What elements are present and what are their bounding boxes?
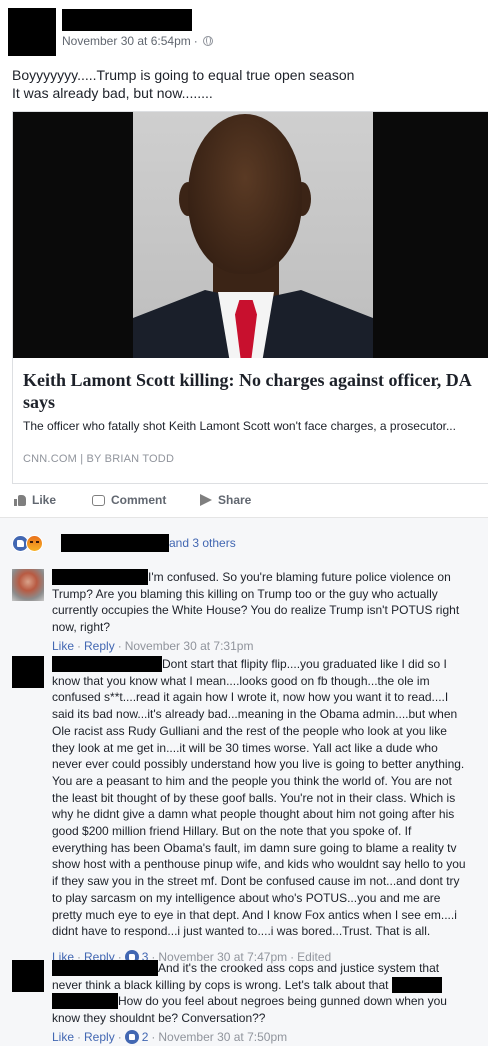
separator-dot: · bbox=[77, 639, 82, 653]
comment-line: know they shouldnt be? Conversation?? bbox=[52, 1011, 266, 1026]
post-text-line: It was already bad, but now........ bbox=[12, 85, 213, 101]
comment-line: never ever could possibly understand how… bbox=[52, 757, 465, 772]
comment-line: said its bad now...it's already bad...me… bbox=[52, 707, 458, 722]
globe-icon[interactable] bbox=[202, 36, 213, 46]
link-source: CNN.COM | BY BRIAN TODD bbox=[23, 453, 175, 465]
comment-text: Dont start that flipity flip....you grad… bbox=[162, 657, 447, 671]
mentioned-name-redacted[interactable] bbox=[52, 993, 118, 1010]
comment-like-link[interactable]: Like bbox=[52, 1030, 74, 1044]
comment-line: now, right? bbox=[52, 620, 111, 635]
comment-meta: Like · Reply · 2 · November 30 at 7:50pm bbox=[52, 1030, 287, 1044]
commenter-name-redacted[interactable] bbox=[52, 569, 148, 585]
link-description: The officer who fatally shot Keith Lamon… bbox=[23, 419, 456, 433]
post-meta: November 30 at 6:54pm · bbox=[62, 34, 213, 48]
comment-line: if they saw you in the street mf. Dont b… bbox=[52, 874, 460, 889]
comment-line: How do you feel about negroes being gunn… bbox=[52, 993, 480, 1010]
portrait-head bbox=[188, 114, 302, 274]
post-actions: Like Comment Share bbox=[0, 493, 488, 515]
separator-dot: · bbox=[151, 1030, 156, 1044]
comment-line: I'm confused. So you're blaming future p… bbox=[52, 569, 480, 586]
reactions-others[interactable]: and 3 others bbox=[169, 536, 236, 550]
comment-button[interactable]: Comment bbox=[92, 493, 488, 507]
comment-body: And it's the crooked ass cops and justic… bbox=[52, 960, 480, 1027]
comment-line: You are a peasant to him and the people … bbox=[52, 773, 452, 788]
comment-line: show host with a penthouse pinup wife, a… bbox=[52, 857, 466, 872]
link-title[interactable]: Keith Lamont Scott killing: No charges a… bbox=[23, 369, 479, 413]
comment-line: they look at me get in....it will be 30 … bbox=[52, 740, 438, 755]
commenter-avatar-redacted[interactable] bbox=[12, 656, 44, 688]
like-count-icon[interactable] bbox=[124, 1030, 139, 1044]
comment-line: everything has been Obama's fault, im da… bbox=[52, 840, 457, 855]
mentioned-name-redacted[interactable] bbox=[391, 976, 442, 993]
comment-line: Ole racist ass Rudy Gulliani and the res… bbox=[52, 723, 447, 738]
share-button[interactable]: Share bbox=[200, 493, 251, 507]
angry-reaction-icon bbox=[26, 534, 43, 552]
comment-line: why he didnt give a damn what people tho… bbox=[52, 807, 455, 822]
comment-timestamp[interactable]: November 30 at 7:50pm bbox=[158, 1030, 287, 1044]
author-avatar-redacted[interactable] bbox=[8, 8, 56, 56]
reactor-names-redacted bbox=[61, 534, 169, 552]
comment-text: How do you feel about negroes being gunn… bbox=[118, 994, 447, 1009]
comment-icon bbox=[92, 494, 105, 506]
post: November 30 at 6:54pm · Boyyyyyyy.....Tr… bbox=[0, 0, 488, 515]
comment-reply-link[interactable]: Reply bbox=[84, 1030, 115, 1044]
comment-line: And it's the crooked ass cops and justic… bbox=[52, 960, 480, 977]
post-text: Boyyyyyyy.....Trump is going to equal tr… bbox=[12, 66, 478, 102]
comment-timestamp[interactable]: November 30 at 7:31pm bbox=[125, 639, 254, 653]
comment-reply-link[interactable]: Reply bbox=[84, 639, 115, 653]
thumbs-up-icon bbox=[14, 494, 26, 506]
comment-text: I'm confused. So you're blaming future p… bbox=[148, 570, 451, 584]
share-arrow-icon bbox=[200, 494, 212, 506]
comment-line: to play sarcasm on my intelligence about… bbox=[52, 890, 441, 905]
commenter-avatar-redacted[interactable] bbox=[12, 960, 44, 992]
comment-like-count[interactable]: 2 bbox=[142, 1030, 149, 1044]
comment-like-link[interactable]: Like bbox=[52, 639, 74, 653]
comment-meta: Like · Reply · November 30 at 7:31pm bbox=[52, 639, 253, 653]
comment-line: Trump? Are you blaming this killing on T… bbox=[52, 586, 438, 601]
comment-line: the least bit thought of by these goof b… bbox=[52, 790, 456, 805]
like-button[interactable]: Like bbox=[14, 493, 56, 507]
comment-label: Comment bbox=[111, 493, 167, 507]
comment-line: never think a black killing by cops is w… bbox=[52, 976, 480, 994]
comment-line: pretty much eye to eye in that dept. And… bbox=[52, 907, 457, 922]
reactions-summary[interactable]: and 3 others bbox=[12, 534, 236, 552]
comment-text: And it's the crooked ass cops and justic… bbox=[158, 961, 440, 975]
comment-line: currently occupies the White House? You … bbox=[52, 603, 460, 618]
comment-line: confused s**t....read it again how I wro… bbox=[52, 690, 449, 705]
link-preview-card[interactable]: Keith Lamont Scott killing: No charges a… bbox=[12, 111, 488, 484]
author-name-redacted[interactable] bbox=[62, 9, 192, 31]
comment-line: know that you know what I mean....looks … bbox=[52, 673, 430, 688]
commenter-name-redacted[interactable] bbox=[52, 656, 162, 672]
comments-section: and 3 others I'm confused. So you're bla… bbox=[0, 517, 488, 1046]
separator-dot: · bbox=[117, 639, 122, 653]
commenter-avatar[interactable] bbox=[12, 569, 44, 601]
post-text-line: Boyyyyyyy.....Trump is going to equal tr… bbox=[12, 67, 355, 83]
comment-line: didnt have to respond...i just wanted to… bbox=[52, 924, 431, 939]
separator-dot: · bbox=[77, 1030, 82, 1044]
link-preview-image[interactable] bbox=[13, 112, 488, 358]
separator-dot: · bbox=[117, 1030, 122, 1044]
comment-line: Dont start that flipity flip....you grad… bbox=[52, 656, 480, 673]
share-label: Share bbox=[218, 493, 252, 507]
commenter-name-redacted[interactable] bbox=[52, 960, 158, 976]
post-timestamp[interactable]: November 30 at 6:54pm bbox=[62, 34, 191, 48]
comment-body: Dont start that flipity flip....you grad… bbox=[52, 656, 480, 940]
comment-line: good $200 million friend Hillary. But on… bbox=[52, 824, 412, 839]
separator-dot: · bbox=[193, 34, 198, 48]
comment-body: I'm confused. So you're blaming future p… bbox=[52, 569, 480, 636]
like-label: Like bbox=[32, 493, 57, 507]
comment-text: never think a black killing by cops is w… bbox=[52, 977, 389, 992]
